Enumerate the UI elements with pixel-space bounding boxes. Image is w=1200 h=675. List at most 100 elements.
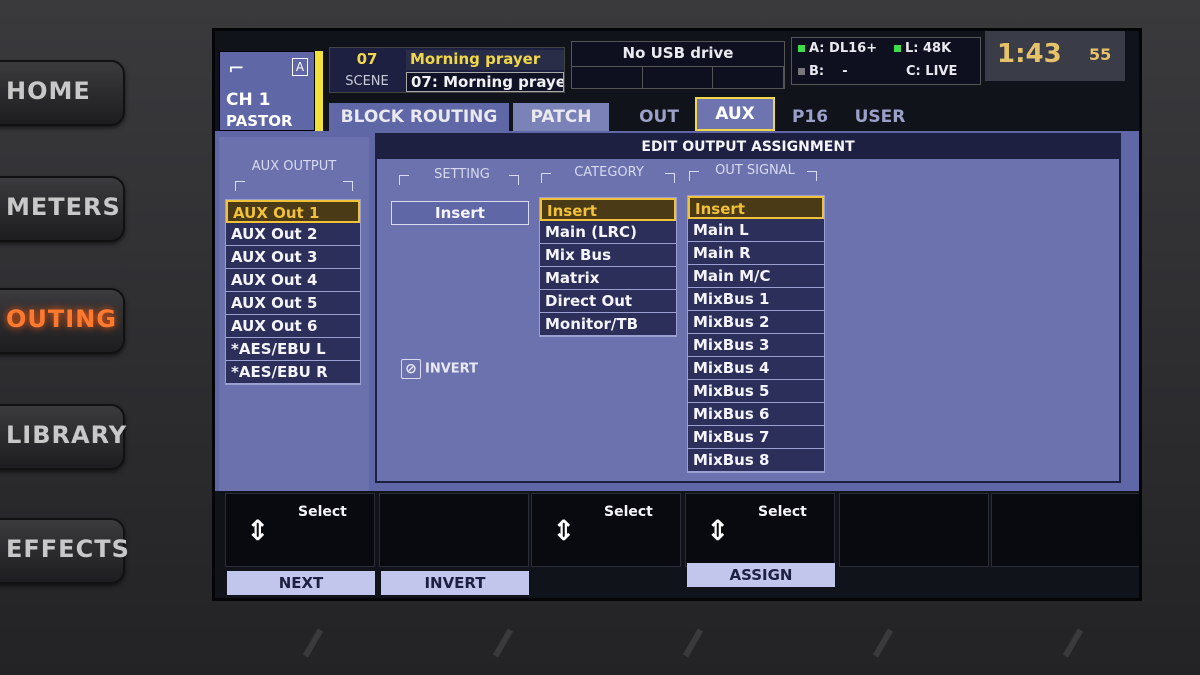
category-item[interactable]: Matrix	[540, 267, 676, 290]
usb-status-text: No USB drive	[622, 44, 734, 62]
up-down-arrow-icon: ⇕	[552, 514, 576, 547]
channel-name: CH 1	[226, 90, 271, 110]
effects-label: EFFECTS	[6, 535, 130, 563]
editor-title: EDIT OUTPUT ASSIGNMENT	[377, 135, 1119, 159]
aux-output-item[interactable]: *AES/EBU R	[226, 361, 360, 384]
routing-label: OUTING	[6, 305, 117, 333]
category-list[interactable]: Insert Main (LRC) Mix Bus Matrix Direct Out M…	[539, 197, 677, 337]
out-signal-item[interactable]: MixBus 6	[688, 403, 824, 426]
aux-output-item[interactable]: AUX Out 5	[226, 292, 360, 315]
circle-slash-icon: ⊘	[401, 359, 421, 379]
page-letter: A	[292, 58, 308, 76]
scene-current: 07: Morning prayer	[406, 72, 564, 92]
channel-label: PASTOR	[226, 112, 293, 130]
status-b-label: B:	[809, 64, 825, 79]
out-signal-item[interactable]: Main L	[688, 219, 824, 242]
aux-output-item[interactable]: AUX Out 3	[226, 246, 360, 269]
category-item[interactable]: Mix Bus	[540, 244, 676, 267]
mixer-console: HOME METERS OUTING LIBRARY EFFECTS ⌐ A C…	[0, 0, 1200, 675]
setting-heading: SETTING	[434, 167, 490, 182]
aux-output-item[interactable]: AUX Out 1	[226, 200, 360, 223]
tab-user[interactable]: USER	[845, 103, 915, 131]
category-item[interactable]: Direct Out	[540, 290, 676, 313]
softkey-4-select: Select	[758, 504, 807, 520]
assign-softkey-label[interactable]: ASSIGN	[687, 563, 835, 587]
invert-checkbox[interactable]: ⊘ INVERT	[401, 359, 478, 379]
invert-label: INVERT	[425, 361, 478, 377]
softkey-4[interactable]: ⇕ Select	[685, 493, 835, 567]
softkey-6[interactable]	[991, 493, 1139, 567]
out-signal-list[interactable]: Insert Main L Main R Main M/C MixBus 1 MixBus…	[687, 195, 825, 473]
led-icon	[798, 45, 805, 52]
status-l-label: L:	[905, 41, 919, 56]
out-signal-item[interactable]: MixBus 8	[688, 449, 824, 472]
out-signal-item[interactable]: Insert	[688, 196, 824, 219]
up-down-arrow-icon: ⇕	[246, 514, 270, 547]
scene-number: 07	[356, 50, 378, 68]
tab-p16[interactable]: P16	[785, 103, 835, 131]
out-signal-item[interactable]: MixBus 4	[688, 357, 824, 380]
out-signal-item[interactable]: MixBus 3	[688, 334, 824, 357]
aux-output-heading: AUX OUTPUT	[251, 159, 337, 174]
out-signal-item[interactable]: Main R	[688, 242, 824, 265]
home-label: HOME	[6, 77, 91, 105]
status-a-value: DL16+	[829, 41, 878, 56]
scene-box[interactable]: 07 SCENE Morning prayer 07: Morning pray…	[329, 47, 565, 93]
meters-hw-button[interactable]: METERS	[0, 176, 125, 242]
aux-output-item[interactable]: AUX Out 4	[226, 269, 360, 292]
softkey-1-select: Select	[298, 504, 347, 520]
tab-aux[interactable]: AUX	[695, 97, 775, 131]
out-signal-heading: OUT SIGNAL	[715, 163, 795, 178]
status-c-value: LIVE	[925, 64, 958, 79]
clock-seconds: 55	[1089, 45, 1112, 64]
next-softkey-label[interactable]: NEXT	[227, 571, 375, 595]
out-signal-item[interactable]: MixBus 2	[688, 311, 824, 334]
softkey-5[interactable]	[839, 493, 989, 567]
aux-output-item[interactable]: AUX Out 2	[226, 223, 360, 246]
home-hw-button[interactable]: HOME	[0, 60, 125, 126]
out-signal-item[interactable]: MixBus 1	[688, 288, 824, 311]
routing-content: AUX OUTPUT AUX Out 1 AUX Out 2 AUX Out 3 AU…	[215, 131, 1139, 491]
library-hw-button[interactable]: LIBRARY	[0, 404, 128, 470]
aux-output-item[interactable]: AUX Out 6	[226, 315, 360, 338]
aux-output-item[interactable]: *AES/EBU L	[226, 338, 360, 361]
out-signal-item[interactable]: MixBus 7	[688, 426, 824, 449]
library-label: LIBRARY	[6, 421, 128, 449]
tab-bar: BLOCK ROUTING PATCH OUT AUX P16 USER	[329, 97, 1129, 131]
routing-hw-button[interactable]: OUTING	[0, 288, 125, 354]
tab-block-routing[interactable]: BLOCK ROUTING	[329, 103, 509, 131]
clock: 1:43 55	[985, 31, 1125, 81]
tab-out[interactable]: OUT	[629, 103, 689, 131]
category-item[interactable]: Monitor/TB	[540, 313, 676, 336]
out-signal-item[interactable]: MixBus 5	[688, 380, 824, 403]
aux-output-list[interactable]: AUX Out 1 AUX Out 2 AUX Out 3 AUX Out 4 AUX …	[225, 199, 361, 385]
usb-status: No USB drive	[571, 41, 785, 89]
invert-softkey-label[interactable]: INVERT	[381, 571, 529, 595]
status-panel: A: DL16+ L: 48K B: - C: LIVE	[791, 37, 981, 85]
effects-hw-button[interactable]: EFFECTS	[0, 518, 129, 584]
channel-icon: ⌐	[228, 56, 245, 80]
scene-label: SCENE	[345, 74, 389, 89]
lcd-screen: ⌐ A CH 1 PASTOR 07 SCENE Morning prayer …	[212, 28, 1142, 601]
tab-patch[interactable]: PATCH	[513, 103, 609, 131]
softkey-row: ⇕ Select ⇕ Select ⇕ Select NEXT INVERT A…	[215, 493, 1139, 598]
channel-box[interactable]: ⌐ A CH 1 PASTOR	[219, 51, 315, 131]
clock-time: 1:43	[997, 39, 1062, 69]
softkey-1[interactable]: ⇕ Select	[225, 493, 375, 567]
scene-name: Morning prayer	[406, 50, 564, 70]
channel-color-bar	[315, 51, 323, 131]
category-item[interactable]: Insert	[540, 198, 676, 221]
softkey-3-select: Select	[604, 504, 653, 520]
aux-output-panel: AUX OUTPUT AUX Out 1 AUX Out 2 AUX Out 3 AU…	[219, 137, 369, 491]
status-b-value: -	[842, 64, 848, 79]
status-l-value: 48K	[923, 41, 952, 56]
out-signal-item[interactable]: Main M/C	[688, 265, 824, 288]
category-item[interactable]: Main (LRC)	[540, 221, 676, 244]
category-heading: CATEGORY	[574, 165, 644, 180]
led-icon	[894, 45, 901, 52]
softkey-3[interactable]: ⇕ Select	[531, 493, 681, 567]
setting-value[interactable]: Insert	[391, 201, 529, 225]
softkey-2[interactable]	[379, 493, 529, 567]
up-down-arrow-icon: ⇕	[706, 514, 730, 547]
status-a-label: A:	[809, 41, 825, 56]
